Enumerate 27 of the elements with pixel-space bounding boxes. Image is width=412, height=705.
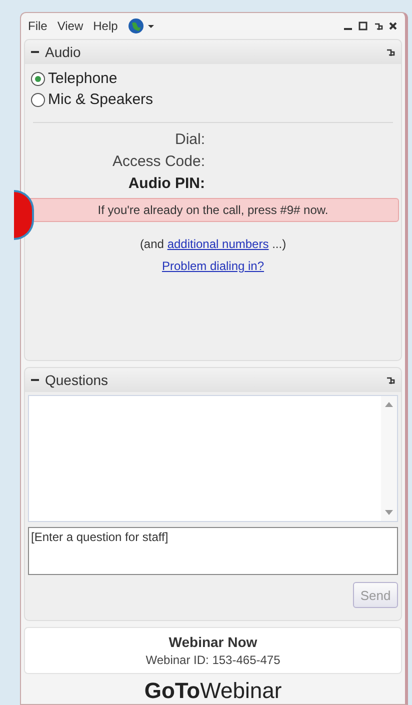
menu-item[interactable]: Help (93, 19, 118, 33)
field-label: Dial: (174, 130, 205, 150)
logo: GoToWebinar (143, 678, 283, 704)
scroll-up-icon[interactable] (385, 402, 393, 407)
webinar-title: Webinar Now (168, 634, 258, 650)
menu-item[interactable]: File (28, 19, 48, 33)
scrollbar[interactable] (381, 396, 397, 521)
additional-numbers-link[interactable]: additional numbers (167, 237, 269, 251)
maximize-button[interactable] (358, 21, 368, 31)
numbers-note: (and additional numbers ...) (138, 237, 288, 251)
panel-title: Audio (45, 44, 81, 60)
radio-option[interactable]: Mic & Speakers (25, 89, 401, 110)
question-input[interactable]: [Enter a question for staff] (28, 527, 398, 575)
popout-icon[interactable] (385, 47, 395, 57)
scroll-down-icon[interactable] (385, 510, 393, 515)
problem-link[interactable]: Problem dialing in? (162, 259, 264, 273)
restore-button[interactable] (373, 21, 383, 31)
field-label: Audio PIN: (128, 174, 205, 194)
close-button[interactable] (388, 21, 398, 31)
field-label: Access Code: (112, 152, 205, 172)
popout-icon[interactable] (385, 375, 395, 385)
minimize-icon (344, 28, 352, 30)
panel-title: Questions (45, 372, 108, 388)
webinar-id: Webinar ID: 153-465-475 (146, 653, 280, 667)
globe-icon[interactable] (128, 18, 156, 34)
radio-option[interactable]: Telephone (25, 68, 401, 89)
menu-item[interactable]: View (57, 19, 84, 33)
